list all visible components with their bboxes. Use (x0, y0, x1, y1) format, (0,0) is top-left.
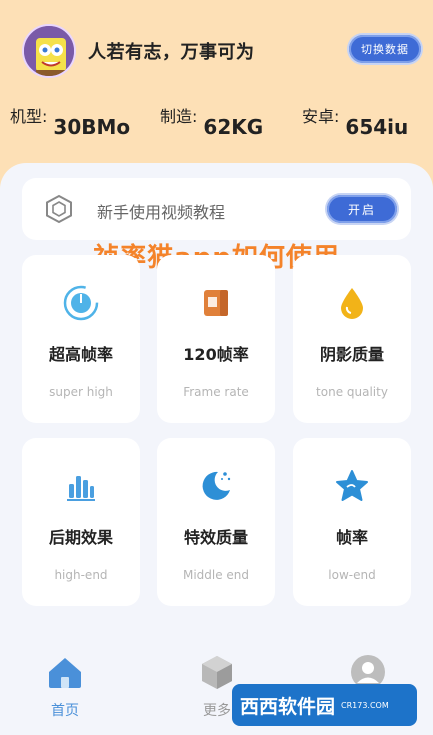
film-icon (204, 290, 228, 316)
hexagon-icon (46, 194, 72, 224)
dial-icon (63, 285, 99, 321)
switch-data-button[interactable]: 切换数据 (349, 35, 421, 63)
stat-value: 30BMo (53, 115, 131, 139)
card-subtitle: high-end (54, 568, 108, 582)
card-subtitle: super high (49, 385, 113, 399)
card-title: 超高帧率 (48, 345, 113, 364)
feature-card-frame-rate[interactable]: 120帧率 Frame rate (157, 255, 275, 423)
stat-manufacture: 制造: 62KG (160, 103, 263, 139)
watermark-sub: CR173.COM (341, 700, 389, 710)
stat-label: 机型: (10, 107, 48, 126)
feature-card-middle-end[interactable]: 特效质量 Middle end (157, 438, 275, 606)
cube-icon (202, 656, 232, 689)
card-title: 120帧率 (183, 345, 249, 364)
star-icon (336, 470, 368, 501)
stat-value: 62KG (203, 115, 264, 139)
avatar[interactable] (22, 24, 76, 78)
moon-icon (202, 471, 231, 500)
watermark-text: 西西软件园 (240, 695, 336, 718)
watermark-logo: 西西软件园 CR173.COM (232, 684, 417, 726)
card-subtitle: low-end (328, 568, 376, 582)
stat-label: 安卓: (302, 107, 340, 126)
tab-home[interactable]: 首页 (30, 652, 100, 720)
stat-model: 机型: 30BMo (10, 103, 130, 139)
card-subtitle: Middle end (182, 568, 250, 582)
home-icon (49, 658, 81, 688)
feature-card-super-high[interactable]: 超高帧率 super high (22, 255, 140, 423)
open-button[interactable]: 开启 (327, 195, 397, 223)
card-title: 特效质量 (183, 528, 248, 547)
stat-android: 安卓: 654iu (302, 103, 408, 139)
tab-label: 首页 (51, 703, 79, 719)
username: 人若有志，万事可为 (88, 42, 255, 63)
tutorial-text: 新手使用视频教程 (97, 203, 226, 222)
drop-icon (341, 288, 363, 319)
feature-card-high-end[interactable]: 后期效果 high-end (22, 438, 140, 606)
stat-label: 制造: (160, 107, 198, 126)
card-subtitle: Frame rate (183, 385, 249, 399)
stat-value: 654iu (345, 115, 409, 139)
card-title: 帧率 (335, 528, 368, 547)
card-subtitle: tone quality (316, 385, 388, 399)
feature-card-tone-quality[interactable]: 阴影质量 tone quality (293, 255, 411, 423)
tutorial-card[interactable]: 新手使用视频教程 开启 (22, 178, 411, 240)
card-title: 阴影质量 (319, 345, 384, 364)
card-title: 后期效果 (48, 528, 113, 547)
feature-card-low-end[interactable]: 帧率 low-end (293, 438, 411, 606)
bars-icon (67, 476, 95, 501)
